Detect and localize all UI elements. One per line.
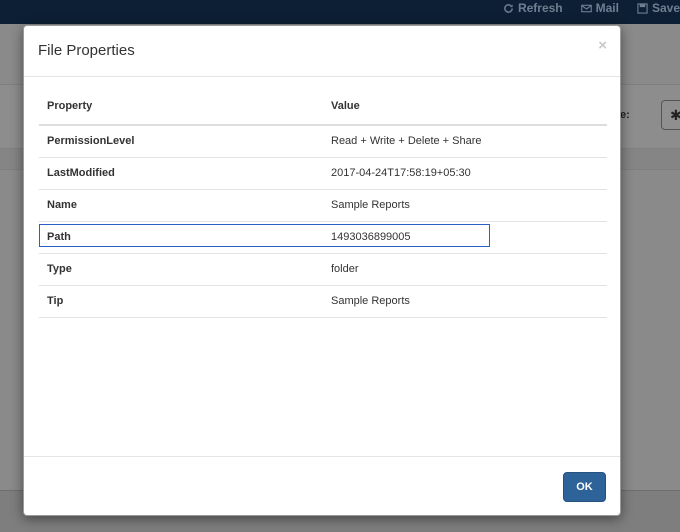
- ok-button[interactable]: OK: [563, 472, 606, 502]
- save-button[interactable]: Save: [637, 1, 680, 15]
- property-cell: LastModified: [39, 157, 323, 190]
- property-cell: PermissionLevel: [39, 125, 323, 158]
- properties-table: Property Value PermissionLevel Read + Wr…: [39, 88, 607, 318]
- refresh-button[interactable]: Refresh: [503, 1, 563, 15]
- table-row[interactable]: PermissionLevel Read + Write + Delete + …: [39, 125, 607, 158]
- mail-icon: [580, 4, 592, 12]
- dialog-header: File Properties ×: [24, 26, 620, 77]
- dialog-title: File Properties: [38, 42, 135, 59]
- background-partial-button[interactable]: ✱: [661, 100, 680, 130]
- save-label: Save: [651, 1, 680, 15]
- close-icon[interactable]: ×: [598, 38, 607, 53]
- topbar-actions: Refresh Mail Save: [485, 0, 680, 16]
- refresh-label: Refresh: [517, 1, 563, 15]
- property-cell: Name: [39, 189, 323, 222]
- value-cell: 1493036899005: [323, 221, 607, 254]
- save-icon: [637, 2, 648, 14]
- dialog-body: Property Value PermissionLevel Read + Wr…: [39, 88, 607, 318]
- refresh-icon: [504, 3, 513, 13]
- property-cell: Tip: [39, 285, 323, 318]
- column-header-value: Value: [323, 88, 607, 126]
- table-row[interactable]: Type folder: [39, 253, 607, 286]
- value-cell: Sample Reports: [323, 189, 607, 222]
- table-row-selected[interactable]: Path 1493036899005: [39, 221, 607, 254]
- dialog-footer: OK: [24, 456, 620, 517]
- mail-button[interactable]: Mail: [580, 1, 619, 15]
- asterisk-icon: ✱: [670, 107, 680, 123]
- table-header-row: Property Value: [39, 88, 607, 126]
- property-cell: Path: [39, 221, 323, 254]
- value-cell: Read + Write + Delete + Share: [323, 125, 607, 158]
- value-cell: folder: [323, 253, 607, 286]
- table-row[interactable]: Name Sample Reports: [39, 189, 607, 222]
- file-properties-dialog: File Properties × Property Value Permiss…: [23, 25, 621, 516]
- table-row[interactable]: LastModified 2017-04-24T17:58:19+05:30: [39, 157, 607, 190]
- mail-label: Mail: [595, 1, 619, 15]
- value-cell: Sample Reports: [323, 285, 607, 318]
- property-cell: Type: [39, 253, 323, 286]
- value-cell: 2017-04-24T17:58:19+05:30: [323, 157, 607, 190]
- background-partial-label: e:: [620, 109, 630, 121]
- table-row[interactable]: Tip Sample Reports: [39, 285, 607, 318]
- column-header-property: Property: [39, 88, 323, 126]
- top-navbar: Refresh Mail Save: [0, 0, 680, 24]
